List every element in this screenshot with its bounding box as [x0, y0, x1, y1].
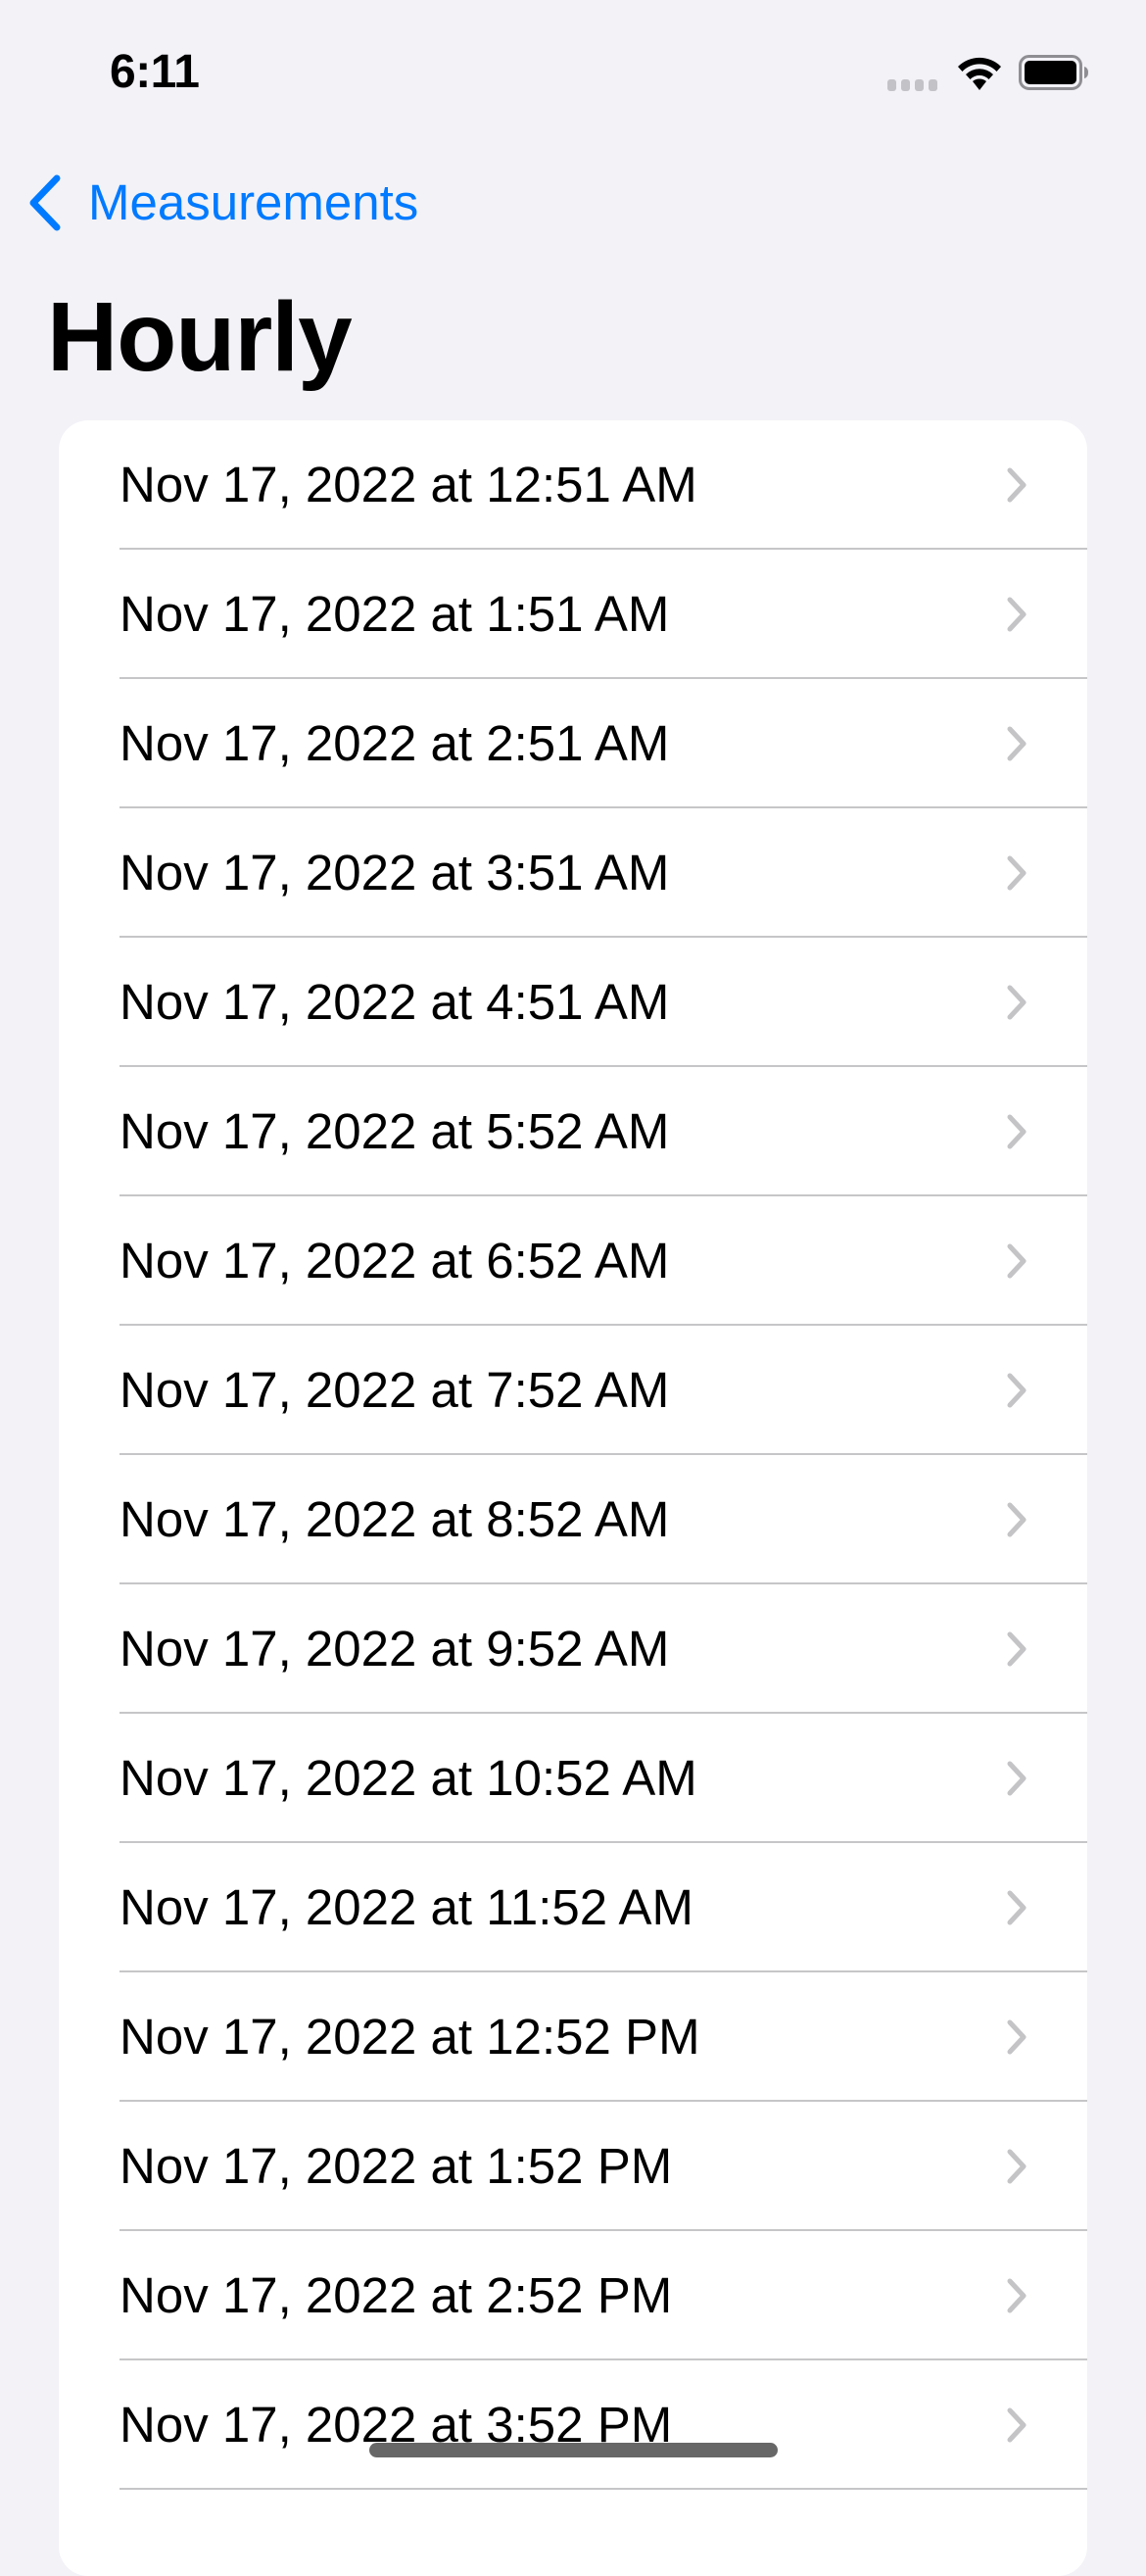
list-item[interactable]: Nov 17, 2022 at 12:52 PM — [59, 1972, 1087, 2102]
chevron-right-icon — [1007, 1502, 1027, 1537]
status-time: 6:11 — [110, 46, 200, 98]
chevron-right-icon — [1007, 1373, 1027, 1408]
list-item[interactable]: Nov 17, 2022 at 11:52 AM — [59, 1843, 1087, 1972]
chevron-right-icon — [1007, 1890, 1027, 1925]
chevron-right-icon — [1007, 855, 1027, 891]
chevron-right-icon — [1007, 2407, 1027, 2443]
list-item[interactable]: Nov 17, 2022 at 2:52 PM — [59, 2231, 1087, 2360]
chevron-right-icon — [1007, 1114, 1027, 1149]
list-item-label: Nov 17, 2022 at 12:51 AM — [119, 457, 697, 512]
list-item[interactable]: Nov 17, 2022 at 4:51 AM — [59, 938, 1087, 1067]
list-item[interactable]: Nov 17, 2022 at 8:52 AM — [59, 1455, 1087, 1584]
battery-icon — [1019, 55, 1088, 90]
list-item-label: Nov 17, 2022 at 11:52 AM — [119, 1879, 693, 1935]
chevron-left-icon — [29, 174, 61, 231]
back-button[interactable]: Measurements — [25, 170, 418, 235]
chevron-right-icon — [1007, 1631, 1027, 1667]
back-button-label: Measurements — [88, 174, 419, 230]
list-item[interactable]: Nov 17, 2022 at 10:52 AM — [59, 1714, 1087, 1843]
list-item[interactable]: Nov 17, 2022 at 1:52 PM — [59, 2102, 1087, 2231]
status-bar: 6:11 — [0, 0, 1146, 137]
list-item-label: Nov 17, 2022 at 9:52 AM — [119, 1621, 670, 1677]
list-item-label: Nov 17, 2022 at 2:51 AM — [119, 715, 670, 771]
list-item-label: Nov 17, 2022 at 5:52 AM — [119, 1103, 670, 1159]
list-item-label: Nov 17, 2022 at 3:51 AM — [119, 845, 670, 900]
no-signal-icon — [887, 79, 937, 91]
list-item[interactable]: Nov 17, 2022 at 9:52 AM — [59, 1584, 1087, 1714]
chevron-right-icon — [1007, 985, 1027, 1020]
list-item-label: Nov 17, 2022 at 2:52 PM — [119, 2267, 673, 2323]
measurement-list: Nov 17, 2022 at 12:51 AM Nov 17, 2022 at… — [59, 420, 1087, 2576]
list-item-label: Nov 17, 2022 at 10:52 AM — [119, 1750, 697, 1806]
list-item-label: Nov 17, 2022 at 1:52 PM — [119, 2138, 673, 2194]
wifi-icon — [958, 57, 1001, 90]
chevron-right-icon — [1007, 2019, 1027, 2055]
list-item-label: Nov 17, 2022 at 1:51 AM — [119, 586, 670, 642]
chevron-right-icon — [1007, 1761, 1027, 1796]
list-item[interactable]: Nov 17, 2022 at 2:51 AM — [59, 679, 1087, 808]
list-item[interactable]: Nov 17, 2022 at 3:51 AM — [59, 808, 1087, 938]
list-item-label: Nov 17, 2022 at 7:52 AM — [119, 1362, 670, 1418]
list-item[interactable]: Nov 17, 2022 at 1:51 AM — [59, 550, 1087, 679]
home-indicator[interactable] — [369, 2443, 778, 2457]
list-item[interactable]: Nov 17, 2022 at 7:52 AM — [59, 1326, 1087, 1455]
chevron-right-icon — [1007, 467, 1027, 503]
chevron-right-icon — [1007, 1243, 1027, 1279]
page-title: Hourly — [47, 282, 353, 392]
chevron-right-icon — [1007, 2149, 1027, 2184]
list-item[interactable]: Nov 17, 2022 at 5:52 AM — [59, 1067, 1087, 1196]
list-item-label: Nov 17, 2022 at 12:52 PM — [119, 2009, 700, 2065]
list-item-label: Nov 17, 2022 at 4:51 AM — [119, 974, 670, 1030]
list-item-label: Nov 17, 2022 at 8:52 AM — [119, 1491, 670, 1547]
list-item[interactable]: Nov 17, 2022 at 3:52 PM — [59, 2360, 1087, 2490]
chevron-right-icon — [1007, 597, 1027, 632]
list-item[interactable]: Nov 17, 2022 at 12:51 AM — [59, 420, 1087, 550]
chevron-right-icon — [1007, 2278, 1027, 2313]
list-item-label: Nov 17, 2022 at 6:52 AM — [119, 1233, 670, 1288]
list-item[interactable]: Nov 17, 2022 at 6:52 AM — [59, 1196, 1087, 1326]
chevron-right-icon — [1007, 726, 1027, 761]
